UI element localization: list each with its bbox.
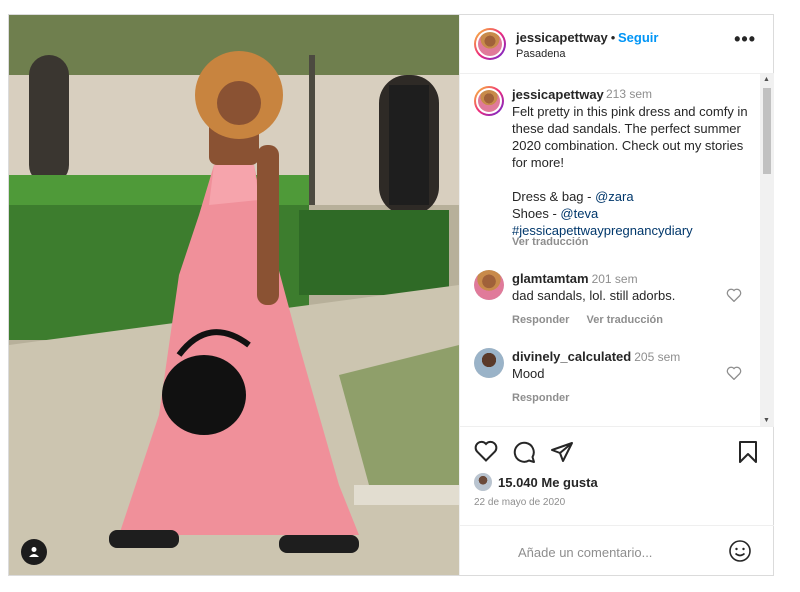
caption-text: Felt pretty in this pink dress and comfy…: [512, 103, 752, 239]
caption-main-text: Felt pretty in this pink dress and comfy…: [512, 104, 748, 170]
comment-avatar[interactable]: [474, 348, 504, 378]
add-comment-bar: [460, 525, 774, 576]
reply-button[interactable]: Responder: [512, 314, 569, 326]
comment-actions: Responder Ver traducción: [512, 314, 677, 326]
post-side-panel: jessicapettway • Seguir Pasadena ••• jess…: [459, 15, 774, 575]
author-avatar[interactable]: [474, 28, 506, 60]
comment-time[interactable]: 205 sem: [634, 350, 680, 364]
liker-avatar: [474, 473, 492, 491]
save-bookmark-icon[interactable]: [738, 440, 758, 464]
person-icon: [29, 547, 39, 557]
comment-text: dad sandals, lol. still adorbs.: [512, 288, 676, 303]
comment-avatar[interactable]: [474, 270, 504, 300]
instagram-post: jessicapettway • Seguir Pasadena ••• jess…: [8, 14, 774, 576]
comment-bubble-icon[interactable]: [512, 440, 536, 464]
comment-username[interactable]: glamtamtam 201 sem: [512, 271, 638, 286]
share-send-icon[interactable]: [550, 440, 574, 464]
comment-actions: Responder: [512, 392, 583, 404]
mention-zara[interactable]: @zara: [595, 189, 634, 204]
comment-time[interactable]: 201 sem: [592, 272, 638, 286]
comment-like-heart-icon[interactable]: [726, 366, 742, 380]
post-actions: 15.040 Me gusta 22 de mayo de 2020: [460, 426, 774, 576]
caption-translate-link[interactable]: Ver traducción: [512, 236, 588, 248]
scroll-thumb[interactable]: [763, 88, 771, 174]
tagged-users-button[interactable]: [21, 539, 47, 565]
post-image: [9, 15, 459, 575]
translate-button[interactable]: Ver traducción: [587, 314, 663, 326]
likes-row[interactable]: 15.040 Me gusta: [474, 473, 598, 491]
caption-time[interactable]: 213 sem: [606, 87, 652, 101]
follow-button[interactable]: Seguir: [618, 30, 658, 45]
likes-count[interactable]: 15.040 Me gusta: [498, 475, 598, 490]
comments-section[interactable]: jessicapettway 213 sem Felt pretty in th…: [460, 74, 774, 426]
post-header: jessicapettway • Seguir Pasadena •••: [460, 15, 774, 74]
author-username[interactable]: jessicapettway •: [516, 30, 615, 45]
post-location[interactable]: Pasadena: [516, 48, 566, 60]
post-photo[interactable]: [9, 15, 459, 575]
comment-like-heart-icon[interactable]: [726, 288, 742, 302]
comment-text: Mood: [512, 366, 545, 381]
emoji-icon[interactable]: [728, 539, 752, 563]
comment-input[interactable]: [516, 540, 720, 564]
caption-dress-line: Dress & bag - @zara: [512, 189, 634, 204]
reply-button[interactable]: Responder: [512, 392, 569, 404]
caption-username[interactable]: jessicapettway: [512, 87, 604, 102]
scroll-down-arrow-icon[interactable]: ▼: [763, 417, 770, 424]
caption-shoes-line: Shoes - @teva: [512, 206, 599, 221]
caption-avatar[interactable]: [474, 86, 504, 116]
comment-username[interactable]: divinely_calculated 205 sem: [512, 349, 680, 364]
like-heart-icon[interactable]: [474, 440, 498, 462]
comments-scrollbar[interactable]: ▲ ▼: [760, 74, 774, 426]
post-date[interactable]: 22 de mayo de 2020: [474, 497, 565, 508]
mention-teva[interactable]: @teva: [560, 206, 598, 221]
scroll-up-arrow-icon[interactable]: ▲: [763, 76, 770, 83]
more-options-icon[interactable]: •••: [734, 29, 756, 50]
